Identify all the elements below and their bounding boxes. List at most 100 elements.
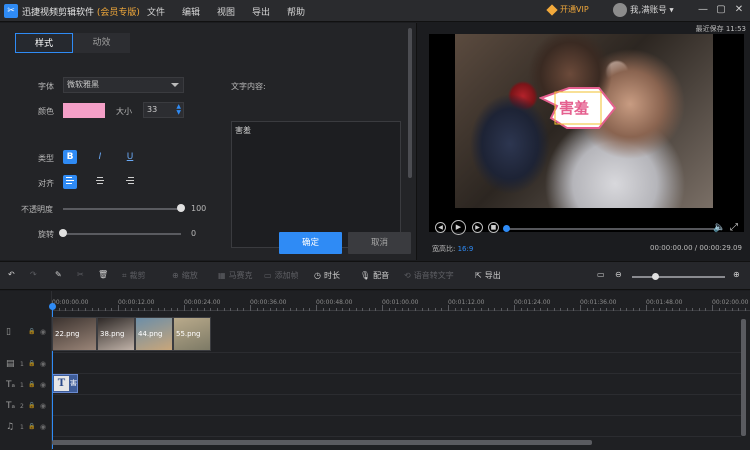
align-label: 对齐 (38, 179, 54, 188)
volume-icon[interactable]: 🔈 (713, 222, 725, 233)
align-right-button[interactable] (123, 175, 137, 189)
timeline-zoom-slider[interactable] (632, 276, 725, 278)
undo-button[interactable]: ↶ (8, 270, 15, 279)
prev-frame-icon[interactable]: ◀ (435, 222, 446, 233)
menu-help[interactable]: 帮助 (287, 5, 305, 18)
lock-icon[interactable]: 🔒 (28, 423, 35, 430)
image-clip[interactable]: 38.png (97, 317, 135, 351)
lock-icon[interactable]: 🔒 (28, 381, 35, 388)
account-name: 我,满账号 (630, 5, 667, 16)
timeline: 00:00:00.00 00:00:12.00 00:00:24.00 00:00:3… (0, 291, 750, 450)
menu-edit[interactable]: 编辑 (182, 5, 200, 18)
crop-button[interactable]: ⌗ 裁剪 (122, 270, 146, 281)
italic-button[interactable]: I (93, 150, 107, 164)
mosaic-button[interactable]: ▦ 马赛克 (218, 270, 253, 281)
font-select[interactable]: 微软雅黑 (63, 77, 184, 93)
opacity-slider-thumb[interactable] (177, 204, 185, 212)
music-track[interactable] (52, 416, 741, 437)
preview-panel: 最近保存 11:53 害羞 ◀ ▶ ▶ ■ 🔈 ⤢ 宽高比: 16:9 00:0… (418, 23, 750, 260)
eye-icon[interactable]: ◉ (40, 423, 46, 431)
opacity-slider[interactable] (63, 208, 181, 210)
duration-button[interactable]: ◷ 时长 (314, 270, 340, 281)
cancel-button[interactable]: 取消 (348, 232, 411, 254)
speech-to-text-label: 语音转文字 (413, 271, 454, 280)
app-name-text: 迅捷视频剪辑软件 (22, 8, 95, 18)
image-clip-label: 44.png (138, 330, 163, 338)
image-clip[interactable]: 44.png (135, 317, 173, 351)
stop-icon[interactable]: ■ (488, 222, 499, 233)
lock-icon[interactable]: 🔒 (28, 402, 35, 409)
zoom-out-icon[interactable]: ⊖ (615, 270, 622, 279)
close-icon[interactable]: ✕ (733, 4, 745, 16)
vip-button[interactable]: 开通VIP (546, 3, 589, 16)
chevron-down-icon: ▾ (669, 5, 674, 16)
editor-scrollbar[interactable] (408, 28, 412, 178)
vip-edition-tag: (会员专版) (96, 8, 140, 18)
bold-button[interactable]: B (63, 150, 77, 164)
clock-icon: ◷ (314, 271, 321, 280)
image-clip[interactable]: 55.png (173, 317, 211, 351)
tab-animation[interactable]: 动效 (73, 33, 130, 53)
zoom-label: 缩放 (181, 271, 198, 280)
delete-button[interactable]: 🗑 (98, 270, 108, 279)
eye-icon[interactable]: ◉ (40, 360, 46, 368)
aspect-ratio[interactable]: 宽高比: 16:9 (432, 244, 473, 254)
spinner-icon[interactable]: ▲ ▼ (176, 104, 181, 116)
playback-progress-thumb[interactable] (503, 225, 510, 232)
text-track-2[interactable] (52, 395, 741, 416)
underline-button[interactable]: U (123, 150, 137, 164)
horizontal-scrollbar[interactable] (52, 440, 592, 445)
redo-button[interactable]: ↷ (30, 270, 37, 279)
text-track-icon: Tₐ (6, 379, 16, 390)
fullscreen-icon[interactable]: ⤢ (730, 222, 738, 233)
next-frame-icon[interactable]: ▶ (472, 222, 483, 233)
text-clip[interactable]: T 害 (52, 374, 78, 393)
timeline-zoom-thumb[interactable] (652, 273, 660, 280)
vertical-scrollbar[interactable] (741, 319, 746, 436)
rotate-slider-thumb[interactable] (59, 229, 67, 237)
color-swatch[interactable] (63, 103, 105, 118)
image-clip[interactable]: 22.png (52, 317, 97, 351)
diamond-icon (546, 3, 558, 16)
tracks-area (0, 291, 750, 450)
fit-timeline-icon[interactable]: ▭ (597, 270, 605, 279)
playhead-handle[interactable] (49, 303, 56, 310)
lock-icon[interactable]: 🔒 (28, 360, 35, 367)
eye-icon[interactable]: ◉ (40, 328, 46, 336)
video-preview[interactable]: 害羞 (429, 34, 744, 232)
mosaic-icon: ▦ (218, 271, 226, 280)
cut-button[interactable]: ✂ (77, 270, 84, 279)
add-frame-button[interactable]: ▭ 添加帧 (264, 270, 299, 281)
restore-icon[interactable]: ▢ (715, 4, 727, 16)
voiceover-button[interactable]: 🎙 配音 (360, 270, 389, 281)
minimize-icon[interactable]: — (697, 4, 709, 16)
text-content-input[interactable]: 害羞 (231, 121, 401, 248)
menu-view[interactable]: 视图 (217, 5, 235, 18)
account-menu[interactable]: 我,满账号 ▾ (613, 3, 674, 17)
play-icon[interactable]: ▶ (451, 220, 466, 235)
add-frame-label: 添加帧 (274, 271, 299, 280)
size-stepper[interactable]: 33 ▲ ▼ (143, 102, 184, 118)
opacity-value: 100 (191, 204, 207, 213)
overlay-track[interactable] (52, 353, 741, 374)
ok-button[interactable]: 确定 (279, 232, 342, 254)
playback-progress[interactable] (506, 228, 714, 230)
lock-icon[interactable]: 🔒 (28, 328, 35, 335)
zoom-button[interactable]: ⊕ 缩放 (172, 270, 198, 281)
menu-export[interactable]: 导出 (252, 5, 270, 18)
eye-icon[interactable]: ◉ (40, 402, 46, 410)
rotate-slider[interactable] (63, 233, 181, 235)
app-logo-icon: ✂ (4, 4, 18, 18)
eye-icon[interactable]: ◉ (40, 381, 46, 389)
color-label: 颜色 (38, 107, 54, 116)
align-center-button[interactable] (93, 175, 107, 189)
edit-button[interactable]: ✎ (55, 270, 62, 279)
export-button[interactable]: ⇱ 导出 (475, 270, 501, 281)
text-track[interactable] (52, 374, 741, 395)
menu-file[interactable]: 文件 (147, 5, 165, 18)
zoom-in-icon[interactable]: ⊕ (733, 270, 740, 279)
speech-to-text-button[interactable]: ⟲ 语音转文字 (404, 270, 454, 281)
tab-style[interactable]: 样式 (15, 33, 73, 53)
last-saved-time: 最近保存 11:53 (695, 25, 746, 33)
align-left-button[interactable] (63, 175, 77, 189)
